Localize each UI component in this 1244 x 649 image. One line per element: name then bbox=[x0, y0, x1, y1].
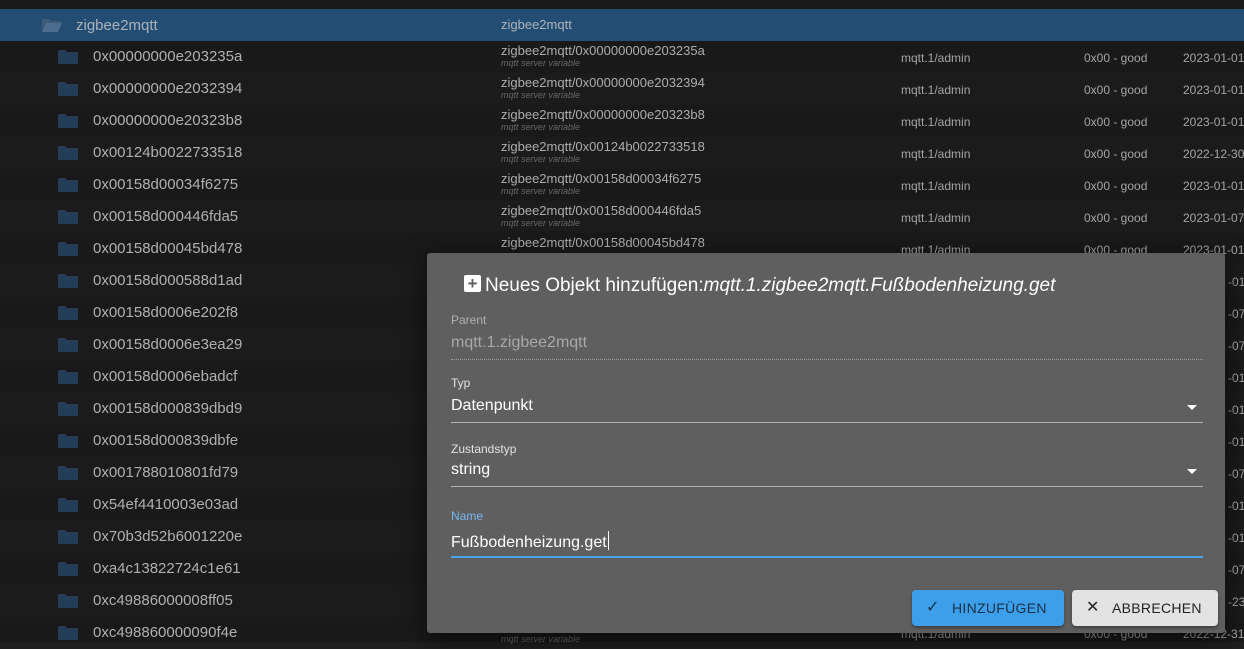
dropdown-arrow-icon[interactable] bbox=[1187, 405, 1197, 410]
text-caret bbox=[607, 531, 609, 550]
name-field[interactable]: Name Fußbodenheizung.get bbox=[451, 509, 1203, 558]
cancel-button-label: ABBRECHEN bbox=[1112, 600, 1202, 616]
parent-underline bbox=[451, 359, 1203, 360]
statetype-value-wrap[interactable]: string bbox=[451, 461, 1203, 483]
cancel-button[interactable]: ✕ ABBRECHEN bbox=[1072, 590, 1218, 626]
type-value-wrap[interactable]: Datenpunkt bbox=[451, 397, 1203, 419]
add-object-dialog: + Neues Objekt hinzufügen:mqtt.1.zigbee2m… bbox=[427, 253, 1225, 633]
type-value: Datenpunkt bbox=[451, 397, 533, 414]
check-icon: ✓ bbox=[926, 599, 940, 616]
type-label: Typ bbox=[451, 376, 471, 390]
add-button[interactable]: ✓ HINZUFÜGEN bbox=[912, 590, 1064, 626]
name-underline bbox=[451, 556, 1203, 558]
type-select[interactable]: Typ Datenpunkt bbox=[451, 376, 1203, 423]
name-input-value: Fußbodenheizung.get bbox=[451, 534, 607, 551]
statetype-value: string bbox=[451, 461, 491, 478]
statetype-underline bbox=[451, 486, 1203, 487]
parent-field: Parent mqtt.1.zigbee2mqtt bbox=[451, 313, 1203, 360]
type-underline bbox=[451, 422, 1203, 423]
dialog-title-prefix: Neues Objekt hinzufügen: bbox=[485, 275, 704, 296]
dialog-title-object: mqtt.1.zigbee2mqtt.Fußbodenheizung.get bbox=[703, 275, 1056, 296]
statetype-label: Zustandstyp bbox=[451, 442, 517, 456]
parent-value: mqtt.1.zigbee2mqtt bbox=[451, 334, 588, 351]
parent-label: Parent bbox=[451, 313, 487, 327]
dropdown-arrow-icon[interactable] bbox=[1187, 469, 1197, 474]
statetype-select[interactable]: Zustandstyp string bbox=[451, 442, 1203, 487]
plus-box-icon: + bbox=[464, 275, 481, 292]
name-label: Name bbox=[451, 509, 484, 523]
dialog-title: + Neues Objekt hinzufügen:mqtt.1.zigbee2m… bbox=[464, 275, 1055, 297]
name-input[interactable]: Fußbodenheizung.get bbox=[451, 531, 1203, 553]
add-button-label: HINZUFÜGEN bbox=[952, 600, 1047, 616]
close-icon: ✕ bbox=[1086, 599, 1100, 616]
